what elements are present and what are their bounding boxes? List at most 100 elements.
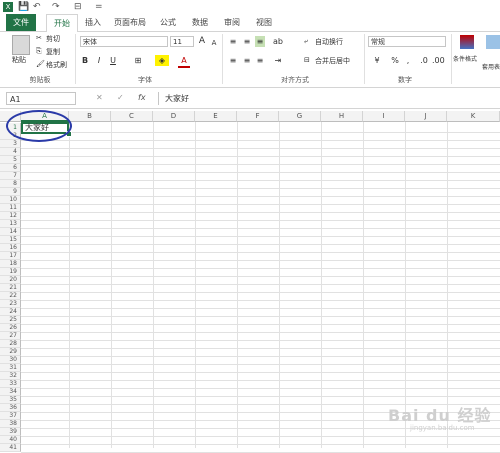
row-header[interactable]: 5 xyxy=(0,156,21,164)
conditional-format-icon[interactable] xyxy=(460,35,474,49)
row-header[interactable]: 4 xyxy=(0,148,21,156)
bold-button[interactable]: B xyxy=(80,55,90,66)
row-header[interactable]: 38 xyxy=(0,420,21,428)
cut-icon[interactable]: ✂ xyxy=(36,34,42,42)
cancel-icon[interactable]: ✕ xyxy=(96,93,103,102)
column-header[interactable]: E xyxy=(195,111,237,122)
orientation-icon[interactable]: ab xyxy=(272,36,284,47)
indent-icon[interactable]: ⇥ xyxy=(272,55,284,66)
row-header[interactable]: 37 xyxy=(0,412,21,420)
row-header[interactable]: 24 xyxy=(0,308,21,316)
row-header[interactable]: 41 xyxy=(0,444,21,452)
wrap-text-button[interactable]: 自动换行 xyxy=(315,37,343,47)
align-bottom-icon[interactable]: ≡ xyxy=(255,36,265,47)
row-header[interactable]: 15 xyxy=(0,236,21,244)
shrink-font-button[interactable]: A xyxy=(209,38,219,49)
column-header[interactable]: D xyxy=(153,111,195,122)
column-header[interactable]: I xyxy=(363,111,405,122)
format-painter-button[interactable]: 格式刷 xyxy=(46,60,67,70)
decrease-decimal-icon[interactable]: .00 xyxy=(432,55,445,66)
formula-input[interactable]: 大家好 xyxy=(158,92,498,105)
redo-icon[interactable]: ↷ xyxy=(52,2,60,12)
row-header[interactable]: 18 xyxy=(0,260,21,268)
cut-button[interactable]: 剪切 xyxy=(46,34,60,44)
column-header[interactable]: H xyxy=(321,111,363,122)
enter-icon[interactable]: ✓ xyxy=(117,93,124,102)
column-header[interactable]: K xyxy=(447,111,500,122)
row-header[interactable]: 11 xyxy=(0,204,21,212)
row-header[interactable]: 26 xyxy=(0,324,21,332)
merge-icon[interactable]: ⊟ xyxy=(304,56,310,64)
row-header[interactable]: 27 xyxy=(0,332,21,340)
row-header[interactable]: 16 xyxy=(0,244,21,252)
row-header[interactable]: 25 xyxy=(0,316,21,324)
tab-formulas[interactable]: 公式 xyxy=(155,14,181,31)
row-header[interactable]: 36 xyxy=(0,404,21,412)
row-header[interactable]: 20 xyxy=(0,276,21,284)
row-header[interactable]: 40 xyxy=(0,436,21,444)
borders-icon[interactable]: ⊞ xyxy=(132,55,144,66)
row-header[interactable]: 23 xyxy=(0,300,21,308)
name-box[interactable]: A1 xyxy=(6,92,76,105)
row-header[interactable]: 19 xyxy=(0,268,21,276)
align-right-icon[interactable]: ≡ xyxy=(255,55,265,66)
column-header[interactable]: G xyxy=(279,111,321,122)
row-header[interactable]: 10 xyxy=(0,196,21,204)
tab-file[interactable]: 文件 xyxy=(6,14,36,31)
row-header[interactable]: 9 xyxy=(0,188,21,196)
italic-button[interactable]: I xyxy=(94,55,104,66)
row-header[interactable]: 12 xyxy=(0,212,21,220)
align-left-icon[interactable]: ≡ xyxy=(228,55,238,66)
row-header[interactable]: 33 xyxy=(0,380,21,388)
row-header[interactable]: 13 xyxy=(0,220,21,228)
tab-data[interactable]: 数据 xyxy=(187,14,213,31)
wrap-text-icon[interactable]: ⤶ xyxy=(304,37,308,46)
copy-icon[interactable]: ⎘ xyxy=(36,47,42,56)
row-header[interactable]: 34 xyxy=(0,388,21,396)
row-header[interactable]: 35 xyxy=(0,396,21,404)
copy-button[interactable]: 复制 xyxy=(46,47,60,57)
tab-home[interactable]: 开始 xyxy=(46,14,78,33)
row-header[interactable]: 29 xyxy=(0,348,21,356)
column-header[interactable]: J xyxy=(405,111,447,122)
save-icon[interactable]: 💾 xyxy=(18,2,29,12)
font-name-select[interactable]: 宋体 xyxy=(80,36,168,47)
align-center-icon[interactable]: ≡ xyxy=(242,55,252,66)
row-header[interactable]: 22 xyxy=(0,292,21,300)
format-as-table-icon[interactable] xyxy=(486,35,500,49)
column-header[interactable]: C xyxy=(111,111,153,122)
format-as-table-button[interactable]: 套用表格格式 xyxy=(482,62,500,71)
row-header[interactable]: 6 xyxy=(0,164,21,172)
tab-insert[interactable]: 插入 xyxy=(80,14,106,31)
row-header[interactable]: 8 xyxy=(0,180,21,188)
worksheet-grid[interactable]: A B C D E F G H I J K 1 2 3 4 5 6 7 8 9 10 11 12 13 1… xyxy=(0,111,500,453)
fill-color-icon[interactable]: ◈ xyxy=(155,55,169,66)
insert-function-icon[interactable]: fx xyxy=(138,93,146,102)
column-header[interactable]: F xyxy=(237,111,279,122)
row-header[interactable]: 31 xyxy=(0,364,21,372)
number-format-select[interactable]: 常规 xyxy=(368,36,446,47)
font-size-select[interactable]: 11 xyxy=(170,36,194,47)
row-header[interactable]: 14 xyxy=(0,228,21,236)
tab-view[interactable]: 视图 xyxy=(251,14,277,31)
merge-center-button[interactable]: 合并后居中 xyxy=(315,56,350,66)
conditional-format-button[interactable]: 条件格式 xyxy=(453,54,477,63)
paste-button[interactable]: 粘贴 xyxy=(12,55,26,65)
row-header[interactable]: 28 xyxy=(0,340,21,348)
customize-qat-icon[interactable]: = xyxy=(95,2,103,12)
percent-button[interactable]: % xyxy=(390,55,400,66)
font-color-button[interactable]: A xyxy=(178,55,190,68)
row-header[interactable]: 3 xyxy=(0,140,21,148)
underline-button[interactable]: U xyxy=(108,55,118,66)
accounting-icon[interactable]: ¥ xyxy=(370,55,384,66)
row-header[interactable]: 32 xyxy=(0,372,21,380)
increase-decimal-icon[interactable]: .0 xyxy=(418,55,430,66)
paste-icon[interactable] xyxy=(12,35,30,55)
undo-icon[interactable]: ↶ xyxy=(33,2,41,12)
row-header[interactable]: 17 xyxy=(0,252,21,260)
format-painter-icon[interactable]: 🖌 xyxy=(36,60,45,68)
row-header[interactable]: 21 xyxy=(0,284,21,292)
row-header[interactable]: 39 xyxy=(0,428,21,436)
grow-font-button[interactable]: A xyxy=(197,36,207,47)
tab-page-layout[interactable]: 页面布局 xyxy=(110,14,150,31)
